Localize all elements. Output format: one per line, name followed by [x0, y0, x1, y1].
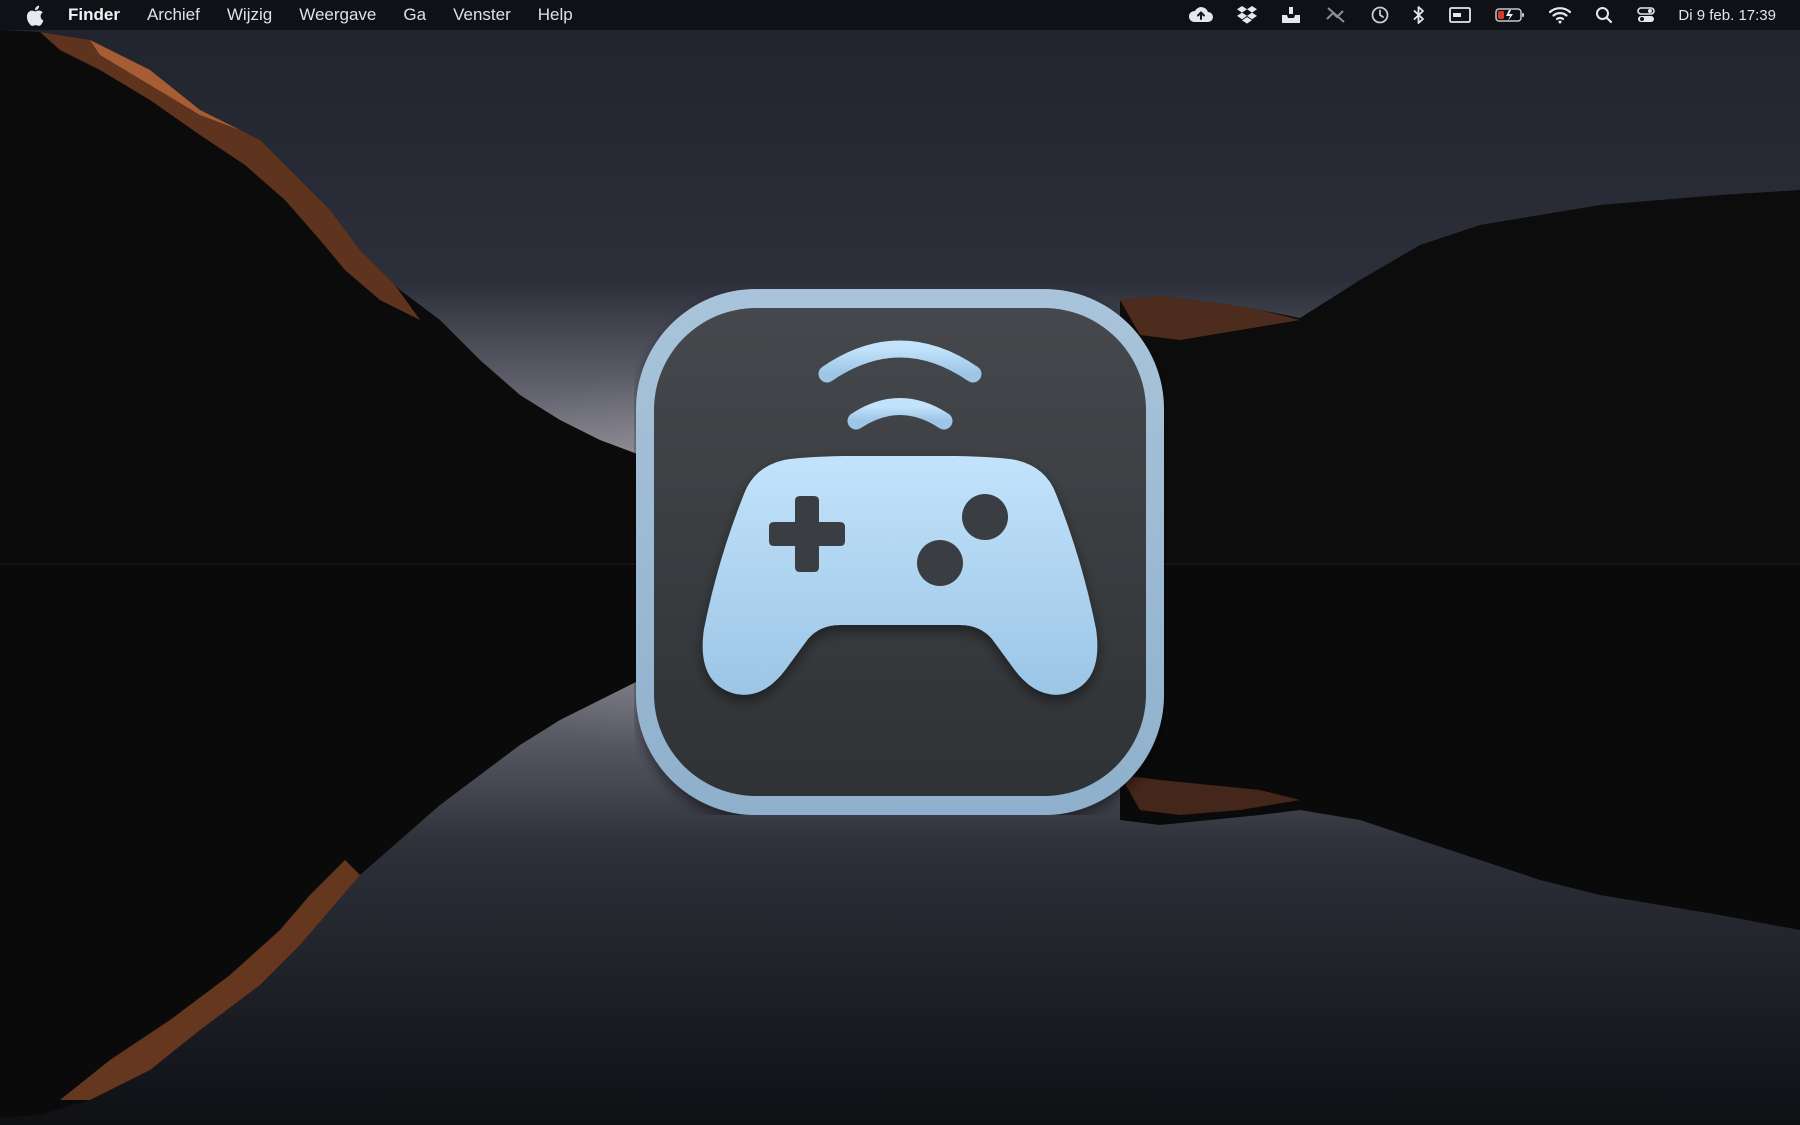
crossed-out-icon[interactable] [1324, 0, 1348, 30]
inbox-tray-icon[interactable] [1280, 0, 1302, 30]
bluetooth-icon[interactable] [1412, 0, 1426, 30]
menu-wijzig[interactable]: Wijzig [227, 5, 272, 25]
wifi-icon[interactable] [1548, 0, 1572, 30]
menu-bar-left: Finder Archief Wijzig Weergave Ga Venste… [0, 0, 600, 30]
desktop: Finder Archief Wijzig Weergave Ga Venste… [0, 0, 1800, 1125]
menu-help[interactable]: Help [538, 5, 573, 25]
menu-archief[interactable]: Archief [147, 5, 200, 25]
dropbox-icon[interactable] [1236, 0, 1258, 30]
time-machine-icon[interactable] [1370, 0, 1390, 30]
battery-charging-icon[interactable] [1494, 0, 1526, 30]
apple-logo-icon[interactable] [24, 0, 46, 30]
menu-bar-clock[interactable]: Di 9 feb. 17:39 [1678, 7, 1776, 24]
menu-ga[interactable]: Ga [403, 5, 426, 25]
menu-bar: Finder Archief Wijzig Weergave Ga Venste… [0, 0, 1800, 30]
menu-bar-status-area: Di 9 feb. 17:39 [1166, 0, 1776, 30]
menu-weergave[interactable]: Weergave [299, 5, 376, 25]
menu-venster[interactable]: Venster [453, 5, 511, 25]
control-center-icon[interactable] [1636, 0, 1656, 30]
menu-finder[interactable]: Finder [68, 5, 120, 25]
display-icon[interactable] [1448, 0, 1472, 30]
spotlight-search-icon[interactable] [1594, 0, 1614, 30]
game-controller-app-icon[interactable] [634, 289, 1166, 815]
cloud-upload-icon[interactable] [1188, 0, 1214, 30]
